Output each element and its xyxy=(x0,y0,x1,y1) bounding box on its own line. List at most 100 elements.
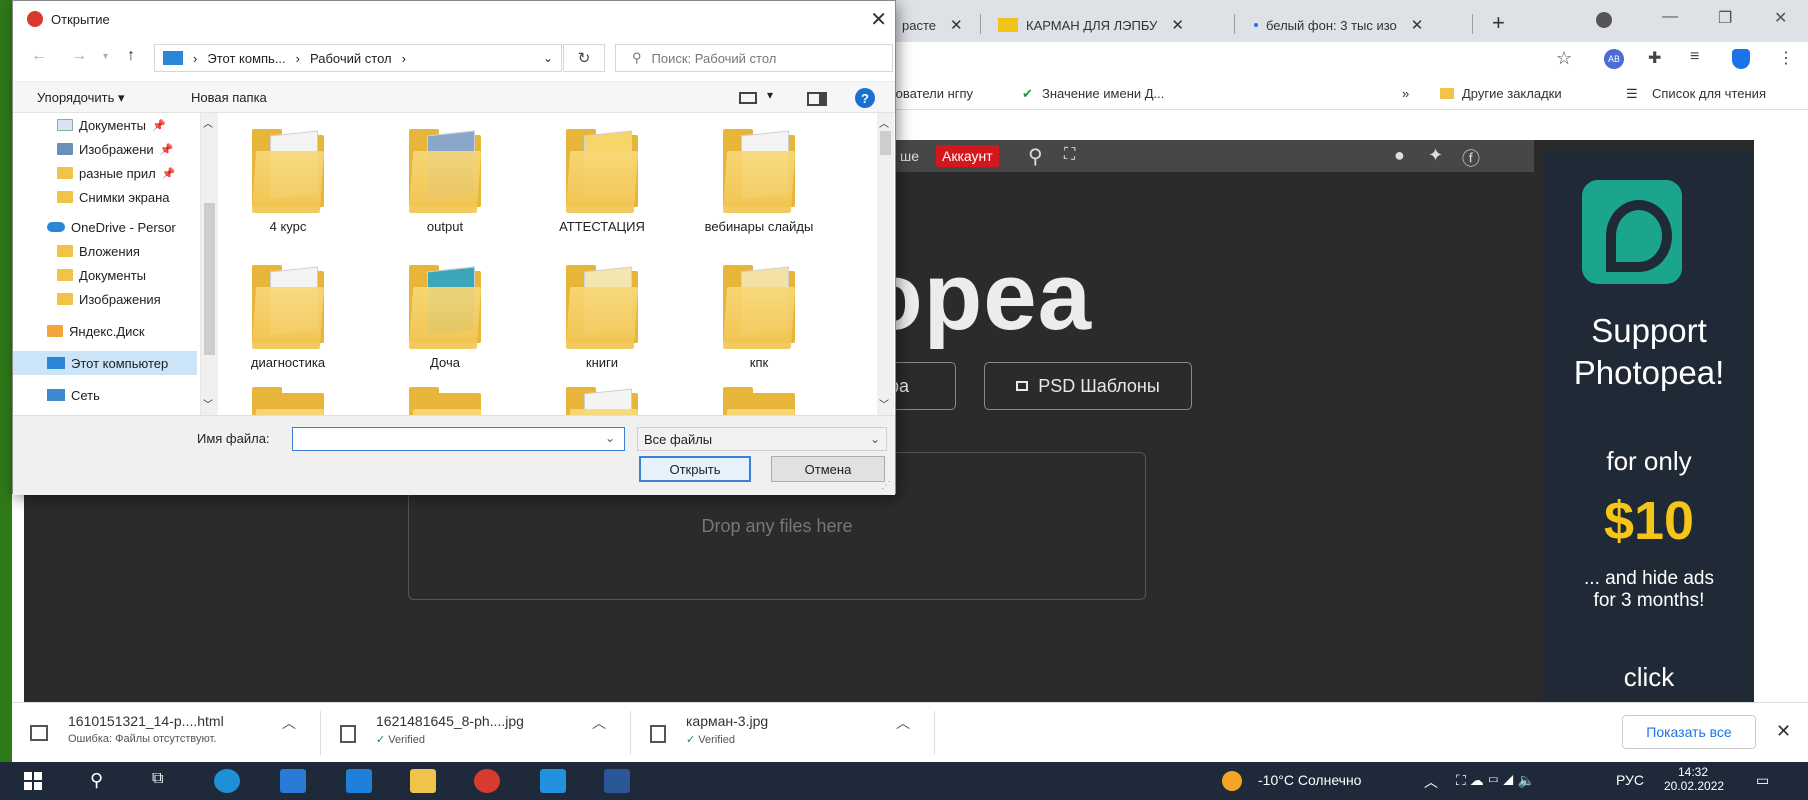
weather-text[interactable]: -10°C Солнечно xyxy=(1258,772,1361,788)
nav-item-yandex-disk[interactable]: Яндекс.Диск xyxy=(13,319,197,343)
more-menu[interactable]: ше xyxy=(900,148,919,164)
task-view-icon[interactable]: ⧉ xyxy=(152,770,163,788)
chevron-up-icon[interactable]: ︿ xyxy=(203,115,213,130)
folder-item-partial[interactable] xyxy=(694,387,824,415)
close-tab-icon[interactable]: ✕ xyxy=(950,16,963,34)
folder-item[interactable]: книги xyxy=(537,265,667,371)
twitter-icon[interactable]: ✦ xyxy=(1428,145,1443,166)
fullscreen-icon[interactable]: ⛶ xyxy=(1064,146,1075,164)
nav-item-misc-pinned[interactable]: разные прил 📌 xyxy=(13,161,197,185)
maximize-icon[interactable]: ❐ xyxy=(1718,8,1732,28)
nav-item-this-pc[interactable]: Этот компьютер xyxy=(13,351,197,375)
folder-item[interactable]: диагностика xyxy=(223,265,353,371)
resize-grip-icon[interactable]: ⋰ xyxy=(881,480,891,491)
chevron-up-icon[interactable]: ︿ xyxy=(282,713,296,733)
close-tab-icon[interactable]: ✕ xyxy=(1171,16,1184,34)
tab-karman[interactable]: КАРМАН ДЛЯ ЛЭПБУ ✕ xyxy=(988,8,1194,42)
folder-item-partial[interactable] xyxy=(223,387,353,415)
new-tab-button[interactable]: + xyxy=(1492,10,1505,36)
nav-item-od-documents[interactable]: Документы xyxy=(13,263,197,287)
minimize-icon[interactable]: — xyxy=(1662,8,1678,26)
profile-icon[interactable] xyxy=(1596,12,1612,28)
reddit-icon[interactable]: ● xyxy=(1394,145,1405,166)
tray-icons[interactable]: ⛶ ☁ ▭ ◢ 🔈 xyxy=(1456,772,1535,789)
nav-item-od-images[interactable]: Изображения xyxy=(13,287,197,311)
folder-item[interactable]: 4 курс xyxy=(223,129,353,235)
yandex-browser-icon[interactable] xyxy=(474,769,500,793)
language-indicator[interactable]: РУС xyxy=(1616,772,1644,788)
close-tab-icon[interactable]: ✕ xyxy=(1411,16,1424,34)
nav-item-images-pinned[interactable]: Изображени 📌 xyxy=(13,137,197,161)
nav-item-attachments[interactable]: Вложения xyxy=(13,239,197,263)
open-button[interactable]: Открыть xyxy=(639,456,751,482)
download-item[interactable]: 1610151321_14-p....html Ошибка: Файлы от… xyxy=(30,713,270,755)
filename-input[interactable] xyxy=(292,427,625,451)
recent-chevron-icon[interactable]: ▾ xyxy=(103,51,108,62)
folder-item[interactable]: вебинары слайды xyxy=(694,129,824,235)
chevron-down-icon[interactable]: ⌄ xyxy=(543,51,553,65)
back-arrow-icon[interactable]: ← xyxy=(31,47,47,65)
edge-icon[interactable] xyxy=(214,769,240,793)
support-ad[interactable]: Support Photopea! for only $10 ... and h… xyxy=(1544,150,1754,702)
download-item[interactable]: карман-3.jpg ✓ Verified xyxy=(650,713,890,755)
mail-icon[interactable] xyxy=(346,769,372,793)
store-icon[interactable] xyxy=(280,769,306,793)
bookmark-star-icon[interactable]: ☆ xyxy=(1556,48,1572,69)
notifications-icon[interactable]: ▭ xyxy=(1756,772,1769,789)
organize-menu[interactable]: Упорядочить ▾ xyxy=(37,90,125,106)
bookmark-item[interactable]: Значение имени Д... xyxy=(1042,86,1164,101)
close-window-icon[interactable]: ✕ xyxy=(1774,8,1787,28)
files-scrollbar[interactable]: ︿ ﹀ xyxy=(877,113,894,415)
tab-white-bg[interactable]: белый фон: 3 тыс изо ✕ xyxy=(1244,8,1433,42)
chevron-down-icon[interactable]: ﹀ xyxy=(879,396,889,411)
close-icon[interactable]: ✕ xyxy=(870,7,887,32)
chevron-down-icon[interactable]: ▾ xyxy=(767,88,773,102)
bookmarks-overflow[interactable]: » xyxy=(1402,86,1409,101)
facebook-icon[interactable]: ⓕ xyxy=(1462,145,1480,171)
folder-item[interactable]: кпк xyxy=(694,265,824,371)
menu-kebab-icon[interactable]: ⋮ xyxy=(1778,48,1794,68)
search-icon[interactable]: ⚲ xyxy=(1028,144,1043,169)
chevron-up-icon[interactable]: ︿ xyxy=(896,713,910,733)
address-bar[interactable]: › Этот компь... › Рабочий стол › ⌄ xyxy=(154,44,562,72)
app-icon[interactable] xyxy=(540,769,566,793)
extensions-puzzle-icon[interactable]: ✚ xyxy=(1648,48,1661,68)
scroll-thumb[interactable] xyxy=(880,131,891,155)
forward-arrow-icon[interactable]: → xyxy=(71,47,87,65)
refresh-button[interactable]: ↻ xyxy=(563,44,605,72)
new-folder-button[interactable]: Новая папка xyxy=(191,90,267,105)
nav-item-onedrive[interactable]: OneDrive - Persor xyxy=(13,215,197,239)
clock[interactable]: 14:32 20.02.2022 xyxy=(1664,765,1724,793)
chevron-down-icon[interactable]: ﹀ xyxy=(203,396,213,411)
chevron-up-icon[interactable]: ︿ xyxy=(879,115,889,130)
cancel-button[interactable]: Отмена xyxy=(771,456,885,482)
nav-item-network[interactable]: Сеть xyxy=(13,383,197,407)
other-bookmarks[interactable]: Другие закладки xyxy=(1462,86,1562,101)
file-explorer-icon[interactable] xyxy=(410,769,436,793)
close-downloads-icon[interactable]: ✕ xyxy=(1776,721,1791,742)
breadcrumb-desktop[interactable]: Рабочий стол xyxy=(310,51,392,66)
show-all-button[interactable]: Показать все xyxy=(1622,715,1756,749)
nav-scrollbar[interactable]: ︿ ﹀ xyxy=(201,113,218,415)
view-options-icon[interactable] xyxy=(739,92,757,104)
search-icon[interactable]: ⚲ xyxy=(90,770,103,791)
extension-ab-icon[interactable]: AB xyxy=(1604,49,1624,69)
chevron-up-icon[interactable]: ︿ xyxy=(1424,772,1438,792)
folder-item-partial[interactable] xyxy=(380,387,510,415)
word-icon[interactable] xyxy=(604,769,630,793)
scroll-thumb[interactable] xyxy=(204,203,215,355)
bookmark-item[interactable]: дователи нгпу xyxy=(888,86,973,101)
nav-item-screenshots[interactable]: Снимки экрана xyxy=(13,185,197,209)
windows-start-icon[interactable] xyxy=(24,772,42,790)
chevron-down-icon[interactable]: ⌄ xyxy=(605,431,615,445)
chevron-up-icon[interactable]: ︿ xyxy=(592,713,606,733)
nav-item-documents-pinned[interactable]: Документы 📌 xyxy=(13,113,197,137)
up-arrow-icon[interactable]: ↑ xyxy=(127,47,135,65)
breadcrumb-this-pc[interactable]: Этот компь... xyxy=(207,51,285,66)
shield-icon[interactable] xyxy=(1732,49,1750,69)
help-icon[interactable]: ? xyxy=(855,88,875,108)
psd-templates-button[interactable]: PSD Шаблоны xyxy=(984,362,1192,410)
tab-partial[interactable]: расте ✕ xyxy=(892,8,973,42)
account-button[interactable]: Аккаунт xyxy=(936,145,999,167)
folder-item[interactable]: output xyxy=(380,129,510,235)
